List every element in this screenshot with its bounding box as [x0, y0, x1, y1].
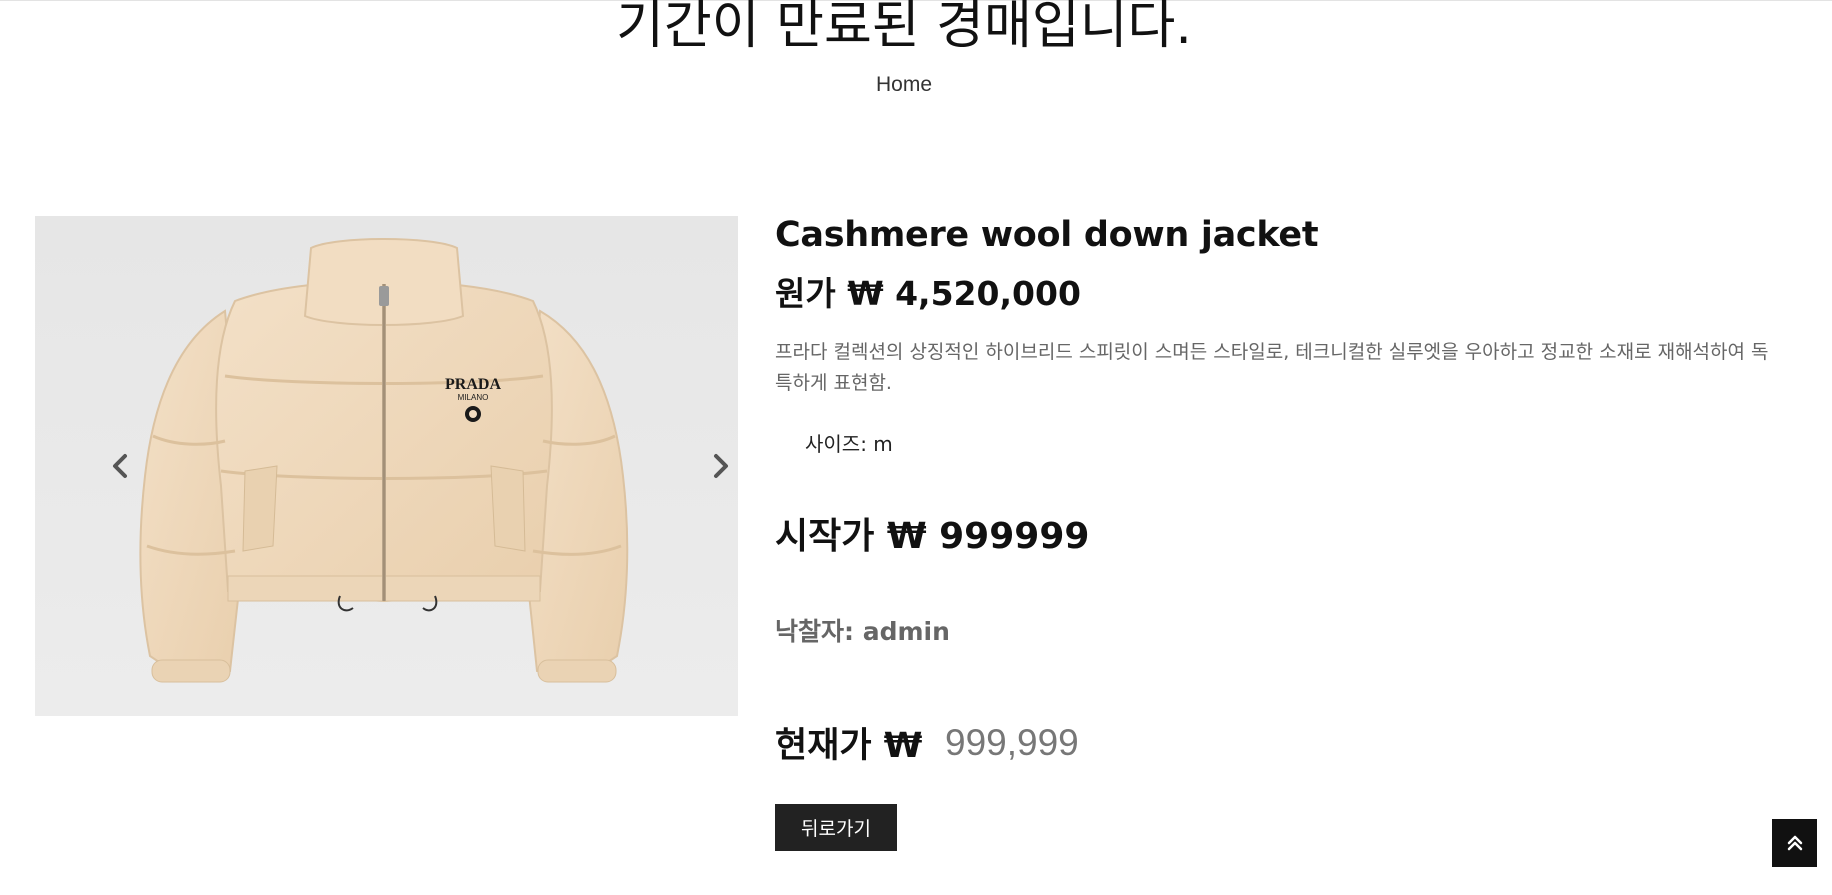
- carousel-prev-button[interactable]: [101, 446, 141, 486]
- start-price: 시작가 ₩ 999999: [775, 516, 1090, 557]
- current-price-label: 현재가 ₩: [775, 726, 923, 766]
- product-name: Cashmere wool down jacket: [775, 215, 1319, 255]
- milano-logo-text: MILANO: [458, 393, 489, 402]
- current-price-value: 999,999: [945, 722, 1079, 763]
- chevron-right-icon: [714, 454, 728, 478]
- scroll-to-top-button[interactable]: [1772, 819, 1817, 867]
- chevron-left-icon: [113, 454, 127, 478]
- back-button[interactable]: 뒤로가기: [775, 804, 897, 851]
- double-chevron-up-icon: [1787, 835, 1803, 851]
- prada-logo-text: PRADA: [445, 376, 501, 393]
- product-image-carousel: PRADA MILANO: [35, 216, 738, 716]
- current-price: 현재가 ₩ 999,999: [775, 717, 1079, 768]
- original-price: 원가 ₩ 4,520,000: [775, 274, 1081, 313]
- carousel-next-button[interactable]: [700, 446, 738, 486]
- page-title: 기간이 만료된 경매입니다.: [616, 0, 1192, 56]
- winning-bidder: 낙찰자: admin: [775, 617, 950, 646]
- product-description: 프라다 컬렉션의 상징적인 하이브리드 스피릿이 스며든 스타일로, 테크니컬한…: [775, 341, 1769, 394]
- product-size: 사이즈: m: [805, 432, 893, 456]
- breadcrumb-home[interactable]: Home: [0, 73, 1808, 97]
